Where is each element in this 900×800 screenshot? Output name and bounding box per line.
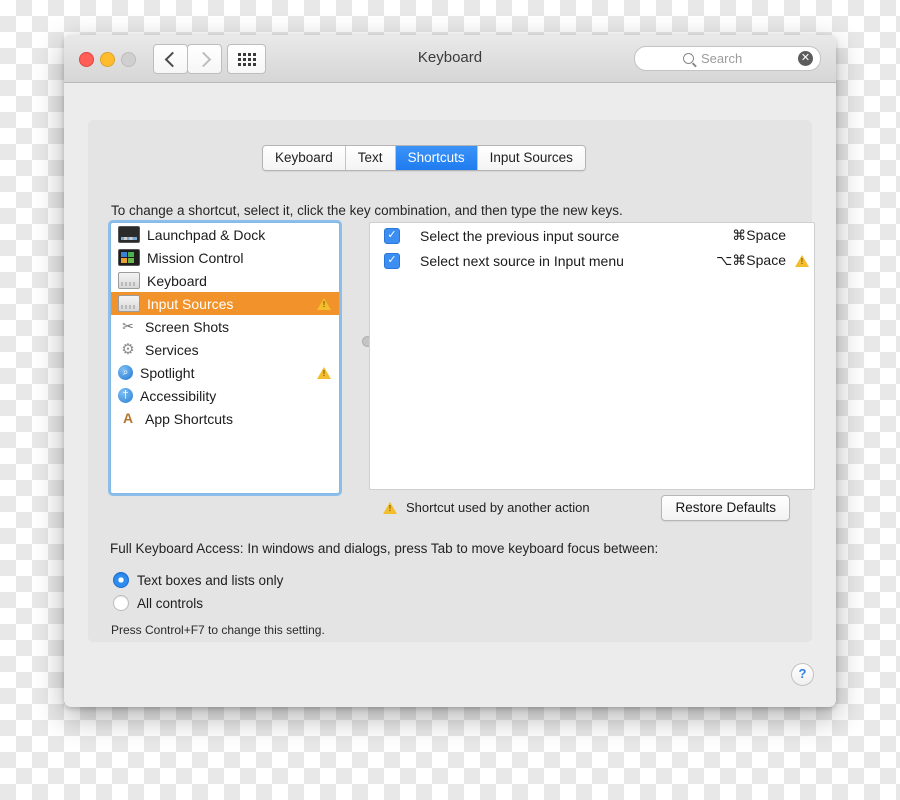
radio-button-icon[interactable] [113, 595, 129, 611]
shortcut-list[interactable]: ✓ Select the previous input source ⌘Spac… [369, 222, 815, 490]
full-keyboard-access-note: Press Control+F7 to change this setting. [111, 623, 325, 637]
tab-shortcuts[interactable]: Shortcuts [396, 146, 478, 170]
radio-label: Text boxes and lists only [137, 573, 283, 588]
category-item-app-shortcuts[interactable]: A App Shortcuts [111, 407, 339, 430]
tab-text[interactable]: Text [346, 146, 396, 170]
input-sources-icon [118, 295, 140, 312]
category-label: App Shortcuts [145, 411, 333, 427]
preferences-window: Keyboard Search ✕ Keyboard Text Shortcut… [64, 35, 836, 707]
category-item-accessibility[interactable]: † Accessibility [111, 384, 339, 407]
shortcut-keys[interactable]: ⌘Space [732, 227, 786, 244]
category-item-spotlight[interactable]: ⌕ Spotlight [111, 361, 339, 384]
conflict-legend: Shortcut used by another action [383, 500, 590, 515]
search-field[interactable]: Search ✕ [634, 46, 821, 71]
warning-icon [383, 502, 397, 514]
category-item-launchpad-dock[interactable]: Launchpad & Dock [111, 223, 339, 246]
category-label: Keyboard [147, 273, 333, 289]
radio-label: All controls [137, 596, 203, 611]
shortcut-category-list[interactable]: Launchpad & Dock Mission Control Keyboar… [110, 222, 340, 494]
tab-bar: Keyboard Text Shortcuts Input Sources [262, 145, 586, 171]
shortcut-row[interactable]: ✓ Select the previous input source ⌘Spac… [370, 223, 814, 248]
tab-keyboard[interactable]: Keyboard [263, 146, 346, 170]
category-label: Input Sources [147, 296, 317, 312]
category-label: Spotlight [140, 365, 317, 381]
spotlight-icon: ⌕ [118, 365, 133, 380]
warning-icon [317, 367, 331, 379]
keyboard-icon [118, 272, 140, 289]
radio-text-boxes-and-lists-only[interactable]: Text boxes and lists only [113, 572, 283, 588]
category-label: Services [145, 342, 333, 358]
clear-search-icon[interactable]: ✕ [798, 51, 813, 66]
conflict-legend-label: Shortcut used by another action [406, 500, 590, 515]
accessibility-icon: † [118, 388, 133, 403]
shortcut-checkbox[interactable]: ✓ [384, 228, 400, 244]
shortcut-keys[interactable]: ⌥⌘Space [716, 252, 786, 269]
search-input[interactable]: Search [701, 51, 742, 66]
mission-control-icon [118, 249, 140, 266]
category-item-mission-control[interactable]: Mission Control [111, 246, 339, 269]
category-label: Launchpad & Dock [147, 227, 333, 243]
screenshot-icon: ✂ [118, 319, 138, 334]
category-label: Accessibility [140, 388, 333, 404]
app-shortcuts-icon: A [118, 411, 138, 426]
restore-defaults-button[interactable]: Restore Defaults [661, 495, 790, 521]
category-item-services[interactable]: ⚙ Services [111, 338, 339, 361]
shortcut-name: Select next source in Input menu [420, 253, 716, 269]
full-keyboard-access-label: Full Keyboard Access: In windows and dia… [110, 541, 658, 556]
gear-icon: ⚙ [118, 342, 138, 357]
search-icon [683, 53, 694, 64]
preferences-panel: Keyboard Text Shortcuts Input Sources To… [88, 120, 812, 642]
shortcut-name: Select the previous input source [420, 228, 732, 244]
shortcut-row[interactable]: ✓ Select next source in Input menu ⌥⌘Spa… [370, 248, 814, 273]
window-titlebar: Keyboard Search ✕ [64, 35, 836, 83]
tab-input-sources[interactable]: Input Sources [478, 146, 585, 170]
radio-button-icon[interactable] [113, 572, 129, 588]
shortcut-warning-slot [792, 255, 814, 267]
launchpad-icon [118, 226, 140, 243]
help-button[interactable]: ? [791, 663, 814, 686]
warning-icon [795, 255, 809, 267]
shortcut-checkbox[interactable]: ✓ [384, 253, 400, 269]
radio-all-controls[interactable]: All controls [113, 595, 203, 611]
category-label: Screen Shots [145, 319, 333, 335]
category-item-keyboard[interactable]: Keyboard [111, 269, 339, 292]
category-item-input-sources[interactable]: Input Sources [111, 292, 339, 315]
warning-icon [317, 298, 331, 310]
instruction-text: To change a shortcut, select it, click t… [111, 203, 623, 218]
category-label: Mission Control [147, 250, 333, 266]
category-item-screen-shots[interactable]: ✂ Screen Shots [111, 315, 339, 338]
